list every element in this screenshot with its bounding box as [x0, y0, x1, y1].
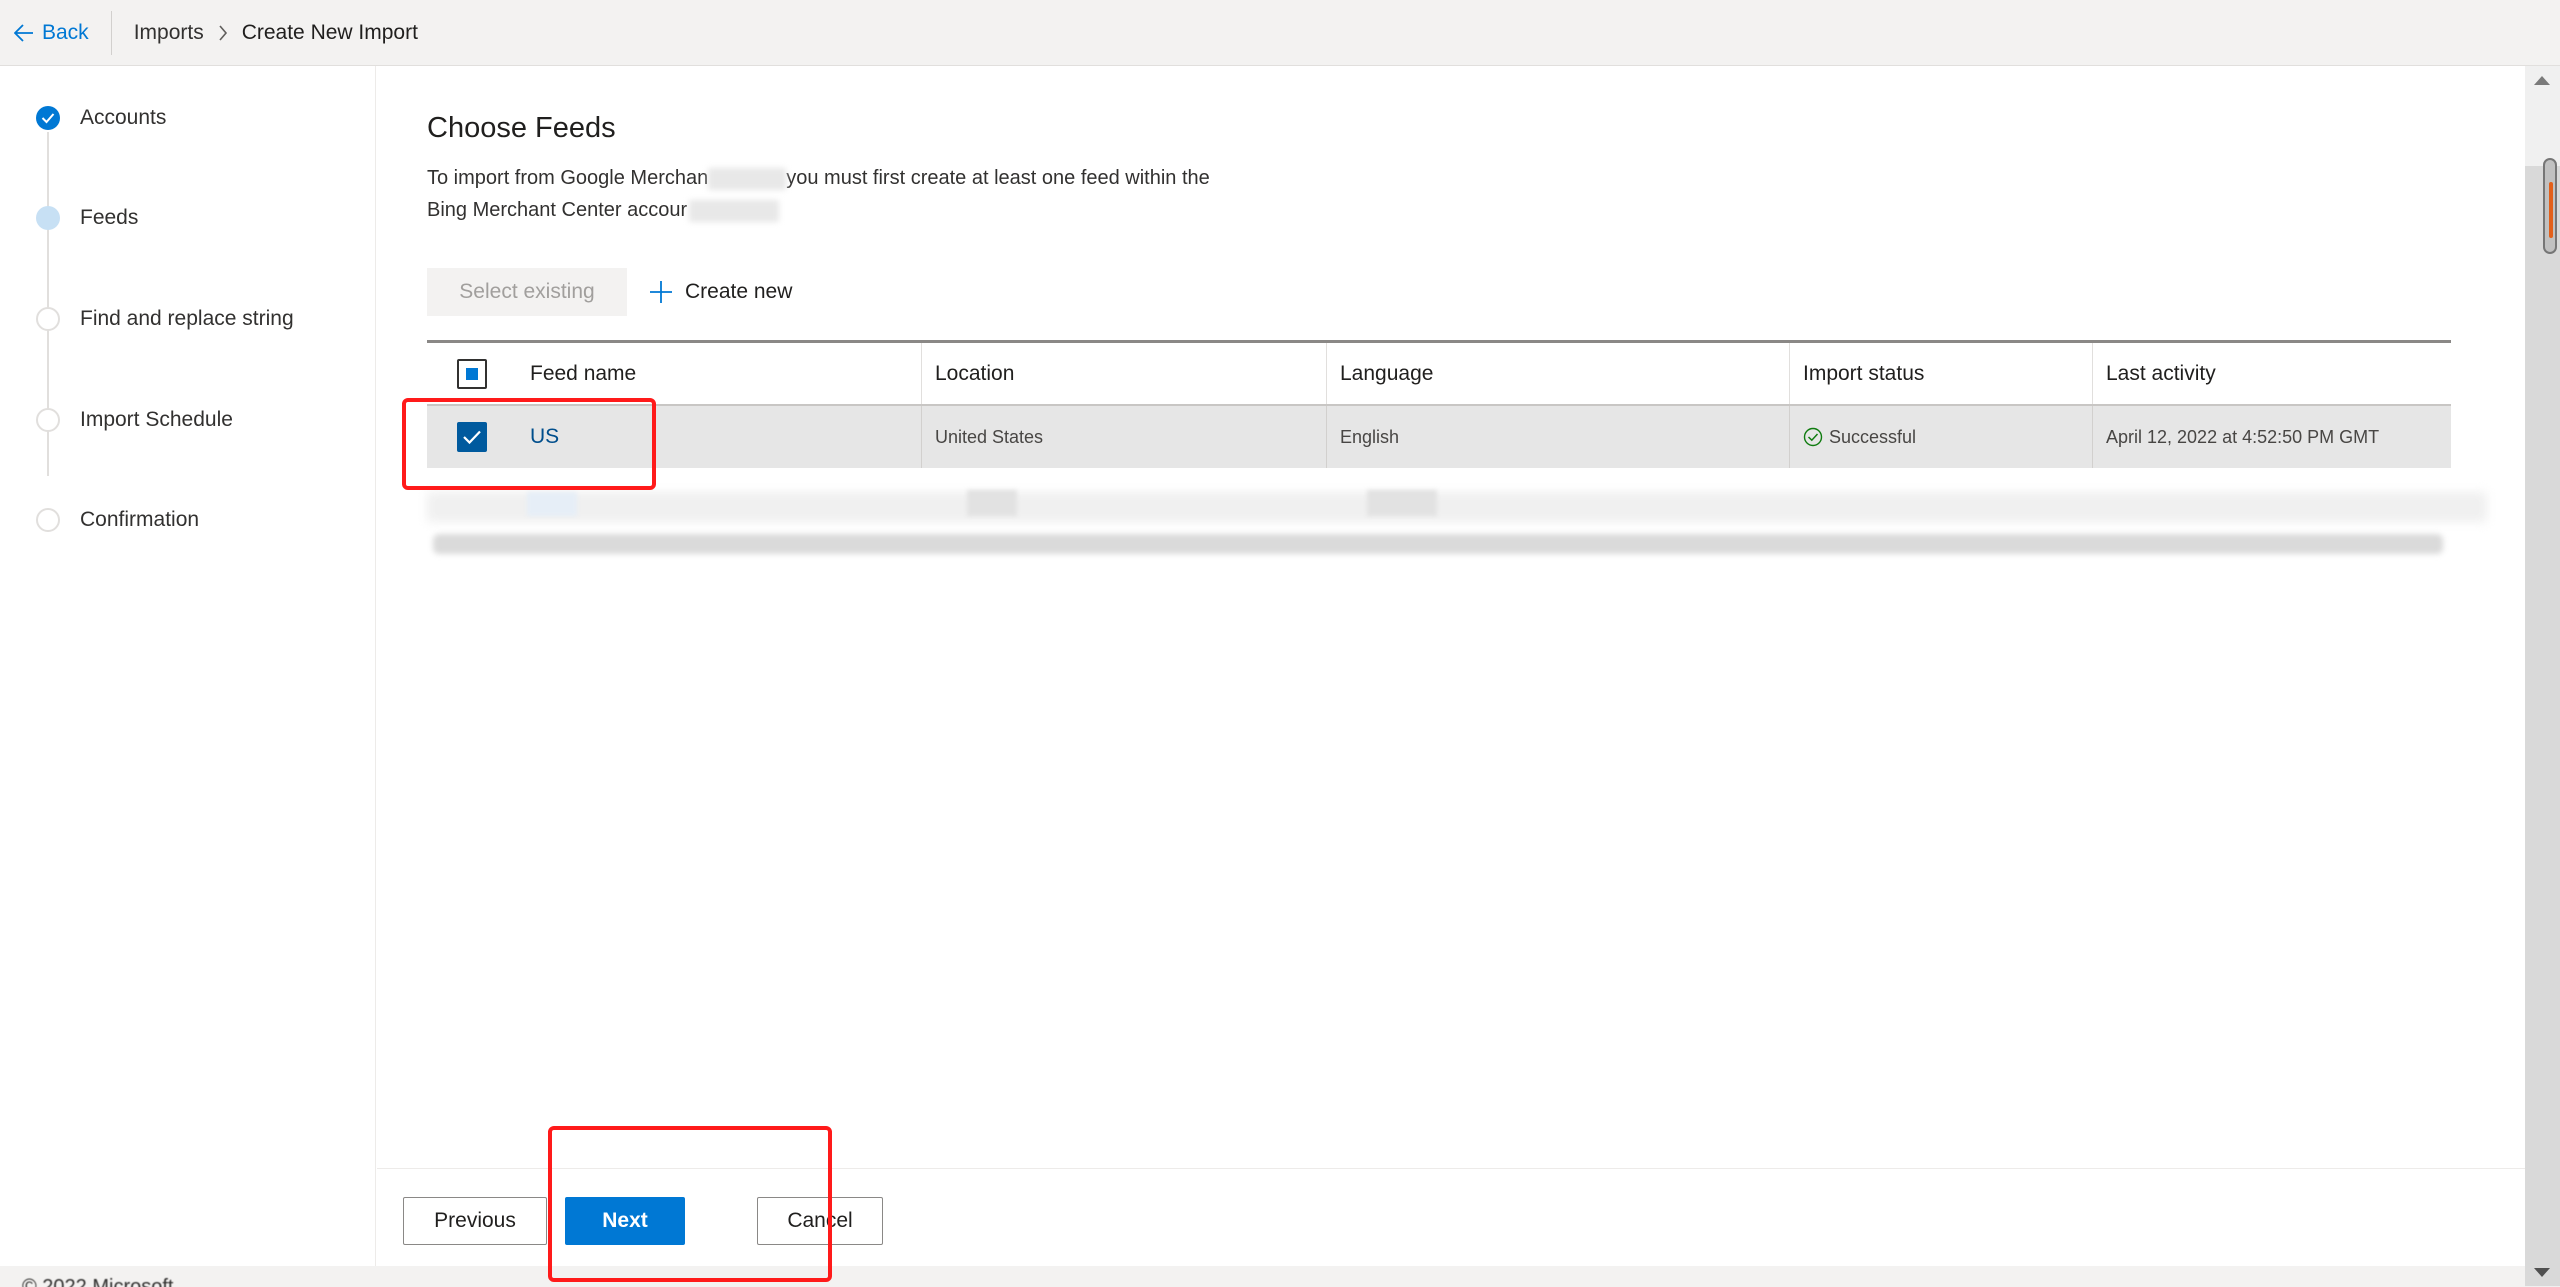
description-text-1b: you must first create at least one feed … [786, 167, 1210, 189]
empty-circle-icon [36, 508, 60, 532]
step-accounts[interactable]: Accounts [36, 106, 166, 130]
current-step-dot-icon [36, 206, 60, 230]
scroll-marker [2549, 182, 2553, 238]
partial-check-icon [466, 367, 478, 380]
step-label: Find and replace string [80, 307, 294, 330]
breadcrumb-current: Create New Import [241, 20, 418, 44]
column-header-language[interactable]: Language [1326, 343, 1789, 404]
empty-circle-icon [36, 408, 60, 432]
step-import-schedule[interactable]: Import Schedule [36, 408, 233, 432]
page-title: Choose Feeds [427, 112, 616, 144]
previous-button[interactable]: Previous [403, 1197, 547, 1245]
scroll-up-arrow-icon[interactable] [2533, 74, 2551, 86]
last-activity-cell: April 12, 2022 at 4:52:50 PM GMT [2092, 406, 2451, 468]
column-header-last-activity[interactable]: Last activity [2092, 343, 2451, 404]
arrow-left-icon [14, 23, 33, 42]
table-header: Feed name Location Language Import statu… [427, 340, 2451, 406]
wizard-stepper: Accounts Feeds Find and replace string I… [0, 66, 376, 1266]
step-label: Confirmation [80, 508, 200, 531]
feeds-table: Feed name Location Language Import statu… [427, 340, 2487, 554]
redacted-rows [427, 480, 2487, 554]
scrollbar-track[interactable] [2525, 166, 2560, 1286]
description-text-1a: To import from Google Merchan [427, 167, 709, 189]
description-text-2: Bing Merchant Center accour [427, 199, 688, 221]
step-find-replace[interactable]: Find and replace string [36, 307, 294, 331]
import-status-cell: Successful [1789, 406, 2092, 468]
step-label: Feeds [80, 206, 139, 229]
step-confirmation[interactable]: Confirmation [36, 508, 199, 532]
column-header-feed-name[interactable]: Feed name [517, 343, 921, 404]
create-new-button[interactable]: Create new [649, 268, 792, 316]
status-text: Successful [1829, 426, 1917, 447]
location-cell: United States [921, 406, 1326, 468]
copyright-text: © 2022 Microsoft [22, 1276, 174, 1287]
redacted-band [433, 534, 2443, 554]
scrollbar-thumb[interactable] [2543, 158, 2557, 254]
page-description: To import from Google Merchan you must fi… [427, 162, 1327, 226]
column-header-location[interactable]: Location [921, 343, 1326, 404]
annotation-box-next-button [548, 1126, 832, 1282]
table-row[interactable]: US United States English Successful Apri… [427, 406, 2451, 468]
success-check-icon [1803, 427, 1823, 447]
redacted-text [689, 199, 780, 222]
step-label: Accounts [80, 106, 167, 129]
back-label: Back [42, 20, 89, 44]
top-bar: Back Imports Create New Import [0, 0, 2560, 66]
scroll-down-arrow-icon[interactable] [2533, 1267, 2551, 1279]
top-divider [110, 10, 112, 55]
step-label: Import Schedule [80, 408, 233, 431]
copyright-bar: © 2022 Microsoft [0, 1266, 2525, 1287]
chevron-right-icon [218, 24, 228, 41]
redacted-band [427, 492, 2487, 522]
language-cell: English [1326, 406, 1789, 468]
status-badge: Successful [1803, 427, 1916, 448]
redacted-text [708, 167, 787, 190]
create-new-label: Create new [685, 280, 793, 303]
breadcrumb-imports[interactable]: Imports [134, 21, 204, 45]
check-circle-icon [36, 106, 60, 130]
redacted-block [527, 492, 577, 516]
annotation-box-feed-row [402, 398, 656, 490]
vertical-scrollbar[interactable] [2525, 66, 2560, 1287]
main-panel: Choose Feeds To import from Google Merch… [377, 66, 2525, 1168]
redacted-block [1367, 490, 1437, 516]
select-existing-button[interactable]: Select existing [427, 268, 627, 316]
plus-icon [650, 281, 672, 303]
step-feeds[interactable]: Feeds [36, 206, 138, 230]
redacted-block [967, 490, 1017, 516]
select-all-checkbox[interactable] [457, 358, 487, 389]
empty-circle-icon [36, 307, 60, 331]
column-header-import-status[interactable]: Import status [1789, 343, 2092, 404]
select-all-cell [427, 343, 517, 404]
back-link[interactable]: Back [14, 21, 89, 45]
